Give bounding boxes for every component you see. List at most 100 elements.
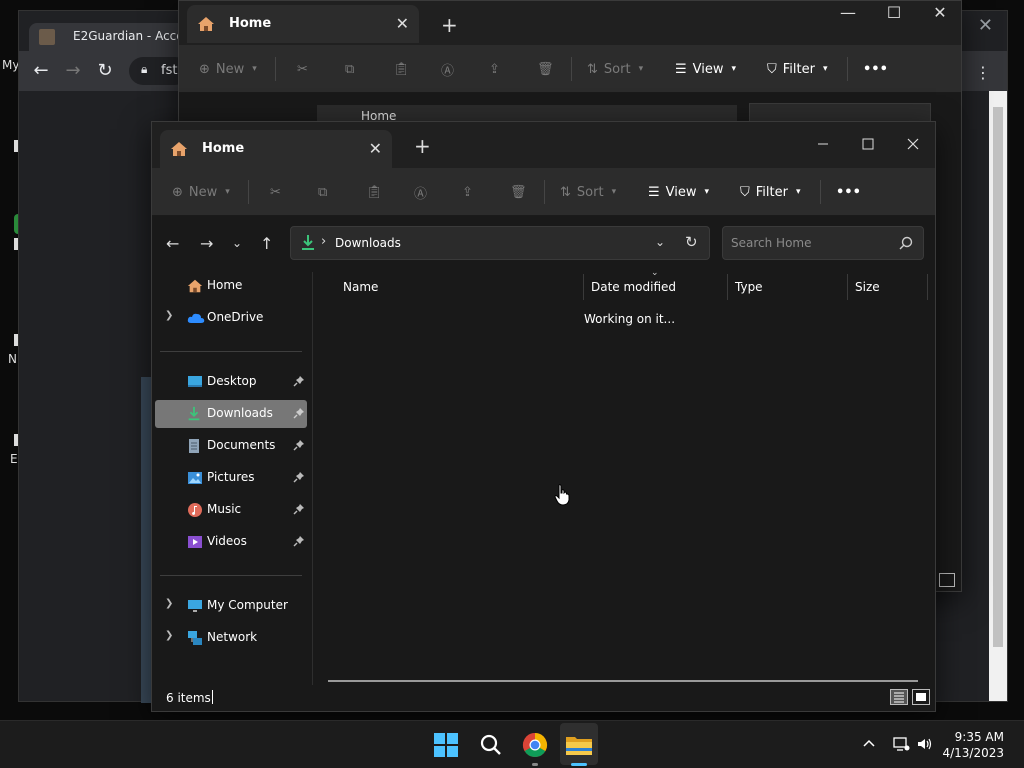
nav-item-desktop[interactable]: Desktop [155, 368, 307, 396]
new-button[interactable]: ⊕ New ▾ [172, 180, 230, 204]
sort-button[interactable]: ⇅ Sort ▾ [560, 180, 616, 204]
delete-icon[interactable]: 🗑︎ [510, 180, 527, 204]
chevron-down-icon[interactable]: ⌄ [655, 235, 665, 249]
address-row: ← → ⌄ ↑ › Downloads ⌄ ↻ [152, 216, 935, 272]
chrome-close-icon[interactable]: ✕ [978, 15, 993, 36]
search-input[interactable] [723, 227, 893, 259]
reload-icon[interactable]: ↻ [95, 61, 115, 81]
back-icon[interactable]: ← [166, 234, 179, 253]
forward-icon[interactable]: → [63, 61, 83, 81]
tab-favicon-icon [39, 29, 55, 45]
column-date-modified[interactable]: Date modified [591, 280, 676, 294]
column-size[interactable]: Size [855, 280, 880, 294]
start-windows-icon[interactable] [430, 729, 462, 761]
sort-button[interactable]: ⇅ Sort ▾ [587, 57, 643, 81]
computer-icon [187, 598, 203, 614]
view-button[interactable]: ☰ View ▾ [675, 57, 736, 81]
system-clock[interactable]: 9:35 AM 4/13/2023 [942, 729, 1004, 761]
column-separator[interactable] [583, 274, 584, 300]
nav-item-pictures[interactable]: Pictures [155, 464, 307, 492]
nav-item-home[interactable]: Home [155, 272, 307, 300]
back-icon[interactable]: ← [31, 61, 51, 81]
delete-icon[interactable]: 🗑︎ [537, 57, 554, 81]
details-view-icon[interactable] [890, 689, 908, 705]
expand-chevron-icon[interactable]: ❯ [165, 598, 173, 609]
copy-icon[interactable]: ⧉ [345, 57, 354, 81]
pin-icon[interactable] [293, 503, 305, 515]
search-box [722, 226, 924, 260]
new-tab-icon[interactable]: + [414, 134, 431, 158]
nav-item-music[interactable]: Music [155, 496, 307, 524]
forward-icon[interactable]: → [200, 234, 213, 253]
pin-icon[interactable] [293, 471, 305, 483]
copy-icon[interactable]: ⧉ [318, 180, 327, 204]
new-button[interactable]: ⊕ New ▾ [199, 57, 257, 81]
nav-label: Documents [207, 438, 276, 452]
expand-chevron-icon[interactable]: ❯ [165, 630, 173, 641]
minimize-icon[interactable]: — [825, 3, 871, 33]
cut-icon[interactable]: ✂ [297, 57, 308, 81]
column-separator[interactable] [727, 274, 728, 300]
volume-icon[interactable] [916, 736, 934, 752]
tab-label: Home [202, 141, 245, 156]
explorer-tab[interactable]: Home ✕ [160, 130, 392, 168]
explorer-tab[interactable]: Home ✕ [187, 5, 419, 43]
maximize-icon[interactable] [845, 130, 891, 160]
expand-chevron-icon[interactable]: ❯ [165, 310, 173, 321]
paste-icon[interactable]: 📋︎ [366, 180, 383, 204]
close-tab-icon[interactable]: ✕ [369, 139, 382, 158]
column-separator[interactable] [927, 274, 928, 300]
filter-button[interactable]: ⛉ Filter ▾ [767, 57, 828, 81]
pin-icon[interactable] [293, 535, 305, 547]
separator [544, 180, 545, 204]
nav-item-onedrive[interactable]: ❯ OneDrive [155, 304, 307, 332]
cut-icon[interactable]: ✂ [270, 180, 281, 204]
filter-button[interactable]: ⛉ Filter ▾ [740, 180, 801, 204]
file-explorer-icon[interactable] [563, 729, 595, 761]
horizontal-scrollbar[interactable] [328, 680, 918, 682]
refresh-icon[interactable]: ↻ [685, 233, 698, 251]
thumbnail-view-icon[interactable] [912, 689, 930, 705]
thumbnail-view-icon[interactable] [939, 573, 955, 587]
minimize-icon[interactable] [800, 130, 846, 160]
scrollbar-thumb[interactable] [993, 107, 1003, 647]
more-vert-icon[interactable]: ⋮ [975, 63, 991, 82]
new-tab-icon[interactable]: + [441, 13, 458, 37]
download-icon [301, 234, 315, 252]
share-icon[interactable]: ⇪ [489, 57, 500, 81]
rename-icon[interactable]: Ⓐ [441, 57, 454, 81]
column-name[interactable]: Name [343, 280, 378, 294]
rename-icon[interactable]: Ⓐ [414, 180, 427, 204]
more-icon[interactable]: ••• [836, 180, 861, 204]
nav-divider [160, 351, 302, 352]
pin-icon[interactable] [293, 407, 305, 419]
nav-item-videos[interactable]: Videos [155, 528, 307, 556]
nav-item-documents[interactable]: Documents [155, 432, 307, 460]
maximize-icon[interactable]: ☐ [871, 3, 917, 33]
pane-splitter[interactable] [312, 272, 313, 685]
show-hidden-icons-icon[interactable] [862, 736, 876, 750]
share-icon[interactable]: ⇪ [462, 180, 473, 204]
search-icon[interactable] [899, 236, 913, 250]
address-bar[interactable]: › Downloads ⌄ ↻ [290, 226, 710, 260]
chrome-icon[interactable] [519, 729, 551, 761]
network-status-icon[interactable] [892, 736, 910, 752]
nav-item-my-computer[interactable]: ❯ My Computer [155, 592, 307, 620]
taskbar: 9:35 AM 4/13/2023 [0, 720, 1024, 768]
nav-item-downloads[interactable]: Downloads [155, 400, 307, 428]
paste-icon[interactable]: 📋︎ [393, 57, 410, 81]
close-window-icon[interactable]: ✕ [917, 3, 963, 33]
up-icon[interactable]: ↑ [260, 234, 273, 253]
chrome-scrollbar[interactable] [989, 91, 1007, 701]
column-type[interactable]: Type [735, 280, 763, 294]
pin-icon[interactable] [293, 375, 305, 387]
close-window-icon[interactable] [890, 130, 936, 160]
pin-icon[interactable] [293, 439, 305, 451]
nav-item-network[interactable]: ❯ Network [155, 624, 307, 652]
more-icon[interactable]: ••• [863, 57, 888, 81]
column-separator[interactable] [847, 274, 848, 300]
view-button[interactable]: ☰ View ▾ [648, 180, 709, 204]
recent-locations-icon[interactable]: ⌄ [232, 236, 242, 250]
close-tab-icon[interactable]: ✕ [396, 14, 409, 33]
search-icon[interactable] [475, 729, 507, 761]
